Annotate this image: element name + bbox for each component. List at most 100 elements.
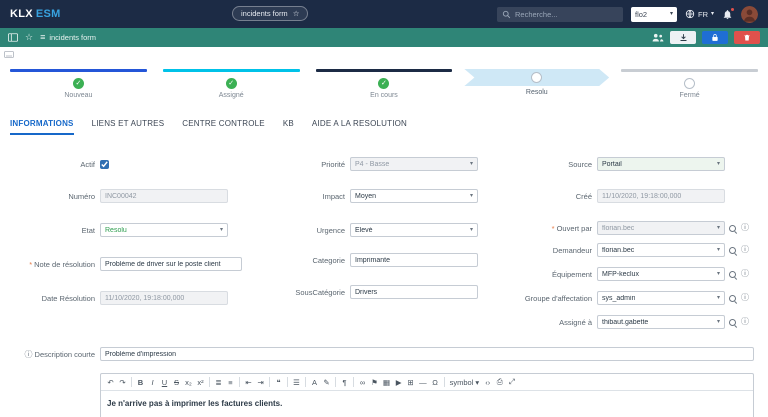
demandeur-select[interactable]: florian.bec ▾ — [597, 243, 725, 257]
form-tabs: INFORMATIONS LIENS ET AUTRES CENTRE CONT… — [0, 109, 768, 135]
text-color-icon[interactable]: A — [309, 376, 320, 388]
step-ferme[interactable]: Fermé — [613, 69, 766, 109]
anchor-icon[interactable]: ⚑ — [369, 376, 380, 388]
print-icon[interactable]: ⎙ — [494, 376, 505, 388]
groupe-affectation-select[interactable]: sys_admin ▾ — [597, 291, 725, 305]
outdent-icon[interactable]: ⇤ — [243, 376, 254, 388]
search-icon — [502, 10, 511, 19]
field-label: Numéro — [0, 192, 95, 201]
field-urgence: Urgence Elevé ▾ — [230, 223, 478, 237]
global-search[interactable] — [497, 7, 623, 22]
hr-icon[interactable]: — — [417, 376, 429, 388]
delete-button[interactable] — [734, 31, 760, 44]
language-menu[interactable]: FR ▾ — [685, 9, 714, 19]
groupe-affectation-value: sys_admin — [602, 295, 635, 302]
description-courte-input[interactable] — [100, 347, 754, 361]
categorie-input[interactable] — [350, 253, 478, 267]
tab-aide-a-la-resolution[interactable]: AIDE A LA RESOLUTION — [312, 119, 407, 135]
paragraph-format-icon[interactable]: ¶ — [339, 376, 350, 388]
blockquote-icon[interactable]: ❝ — [273, 376, 284, 388]
editor-content[interactable]: Je n'arrive pas à imprimer les factures … — [101, 391, 753, 416]
step-nouveau[interactable]: ✓ Nouveau — [2, 69, 155, 109]
step-en-cours[interactable]: ✓ En cours — [308, 69, 461, 109]
etat-select[interactable]: Resolu ▾ — [100, 223, 228, 237]
equipement-select[interactable]: MFP-keclux ▾ — [597, 267, 725, 281]
redo-icon[interactable]: ↷ — [117, 376, 128, 388]
user-avatar[interactable] — [741, 6, 758, 23]
tab-informations[interactable]: INFORMATIONS — [10, 119, 74, 135]
bold-icon[interactable]: B — [135, 376, 146, 388]
star-icon[interactable]: ☆ — [293, 9, 300, 18]
info-icon[interactable]: ⓘ — [741, 246, 749, 254]
equipement-value: MFP-keclux — [602, 271, 639, 278]
underline-icon[interactable]: U — [159, 376, 170, 388]
table-icon[interactable]: ⊞ — [405, 376, 416, 388]
lock-button[interactable] — [702, 31, 728, 44]
panel-toggle-icon[interactable] — [8, 33, 18, 42]
step-line — [316, 69, 453, 72]
editor-text: Je n'arrive pas à imprimer les factures … — [107, 399, 282, 408]
info-icon[interactable]: ⓘ — [741, 224, 749, 232]
form-header-toggle-icon[interactable] — [4, 51, 14, 60]
info-icon[interactable]: ⓘ — [741, 294, 749, 302]
note-resolution-input[interactable] — [100, 257, 242, 271]
superscript-icon[interactable]: x² — [195, 376, 206, 388]
chevron-down-icon: ▾ — [717, 225, 720, 231]
topbar: KLXESM incidents form ☆ flo2 ▾ FR ▾ — [0, 0, 768, 28]
symbol-menu[interactable]: symbol ▾ — [448, 376, 482, 388]
actif-checkbox[interactable] — [100, 160, 109, 169]
demandeur-value: florian.bec — [602, 247, 634, 254]
lookup-icon[interactable] — [729, 294, 738, 303]
download-icon — [679, 33, 688, 42]
chevron-down-icon: ▾ — [470, 161, 473, 167]
lookup-icon[interactable] — [729, 224, 738, 233]
indent-icon[interactable]: ⇥ — [255, 376, 266, 388]
numbered-list-icon[interactable]: ≣ — [213, 376, 224, 388]
field-label: Date Résolution — [0, 294, 95, 303]
align-left-icon[interactable]: ☰ — [291, 376, 302, 388]
lookup-icon[interactable] — [729, 270, 738, 279]
assigne-a-select[interactable]: thibaut.gabette ▾ — [597, 315, 725, 329]
tab-centre-controle[interactable]: CENTRE CONTROLE — [182, 119, 265, 135]
favorite-star-icon[interactable]: ☆ — [25, 33, 33, 42]
menu-icon[interactable]: ≡ — [40, 33, 45, 42]
label-text: Description courte — [35, 350, 95, 359]
description-editor: ↶↷ BIUSx₂x² ≣≡ ⇤⇥ ❝ ☰ A✎ ¶ ∞⚑▦▶⊞—Ωsymbol ▾‹›⎙⤢ J… — [100, 373, 754, 417]
toolbar-divider — [209, 377, 210, 387]
search-input[interactable] — [515, 10, 618, 19]
tab-liens-et-autres[interactable]: LIENS ET AUTRES — [92, 119, 165, 135]
quick-access-pill[interactable]: incidents form ☆ — [232, 6, 308, 21]
info-icon[interactable]: ⓘ — [741, 318, 749, 326]
info-icon[interactable]: ⓘ — [741, 270, 749, 278]
label-text: Équipement — [552, 270, 592, 279]
special-char-icon[interactable]: Ω — [430, 376, 441, 388]
lookup-icon[interactable] — [729, 318, 738, 327]
logo-primary: KLX — [10, 8, 33, 20]
undo-icon[interactable]: ↶ — [105, 376, 116, 388]
lookup-icon[interactable] — [729, 246, 738, 255]
media-icon[interactable]: ▶ — [393, 376, 404, 388]
subscript-icon[interactable]: x₂ — [183, 376, 194, 388]
download-button[interactable] — [670, 31, 696, 44]
strikethrough-icon[interactable]: S — [171, 376, 182, 388]
italic-icon[interactable]: I — [147, 376, 158, 388]
highlight-icon[interactable]: ✎ — [321, 376, 332, 388]
notifications-bell[interactable] — [722, 9, 733, 20]
urgence-select[interactable]: Elevé ▾ — [350, 223, 478, 237]
step-resolu[interactable]: Resolu — [460, 69, 613, 109]
image-icon[interactable]: ▦ — [381, 376, 392, 388]
presence-users-icon[interactable] — [652, 33, 664, 42]
user-context-select[interactable]: flo2 ▾ — [631, 7, 677, 22]
sous-categorie-input[interactable] — [350, 285, 478, 299]
source-select[interactable]: Portail ▾ — [597, 157, 725, 171]
app-logo[interactable]: KLXESM — [10, 8, 61, 20]
source-code-icon[interactable]: ‹› — [482, 376, 493, 388]
bulleted-list-icon[interactable]: ≡ — [225, 376, 236, 388]
impact-select[interactable]: Moyen ▾ — [350, 189, 478, 203]
link-icon[interactable]: ∞ — [357, 376, 368, 388]
field-sous-categorie: SousCatégorie — [230, 285, 478, 299]
maximize-icon[interactable]: ⤢ — [506, 376, 517, 388]
info-icon[interactable]: ⓘ — [25, 349, 33, 360]
step-assigne[interactable]: ✓ Assigné — [155, 69, 308, 109]
tab-kb[interactable]: KB — [283, 119, 294, 135]
